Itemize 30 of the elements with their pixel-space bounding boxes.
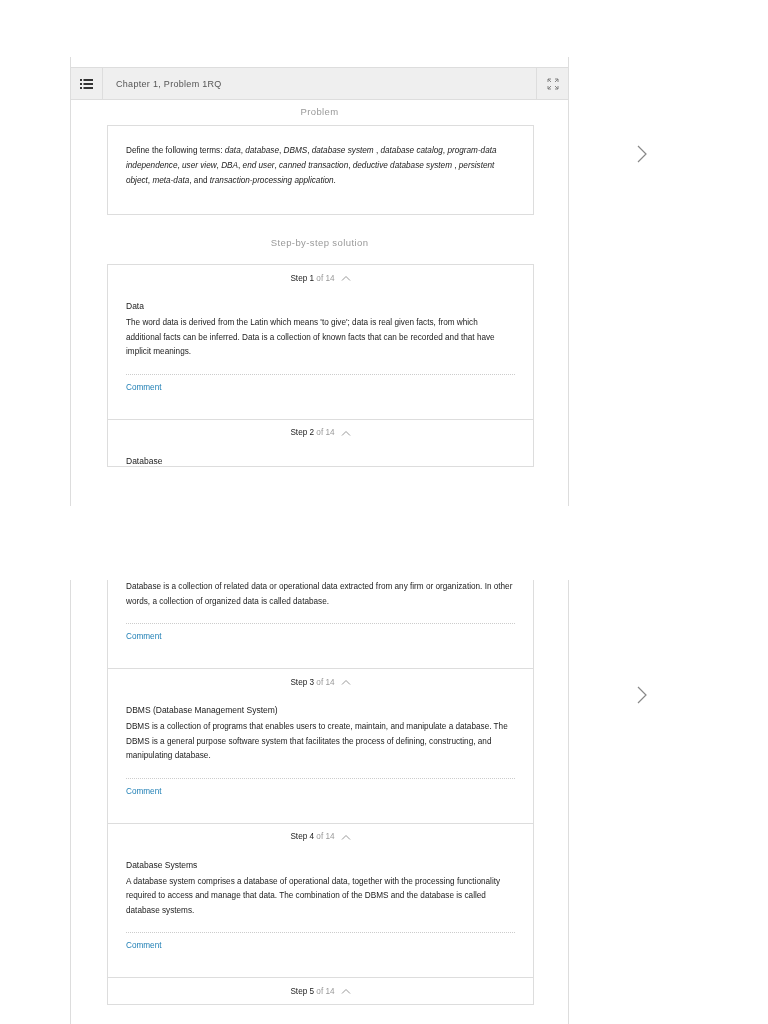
step-toggle[interactable]: Step 1 of 14 <box>126 265 515 291</box>
step-heading: Database Systems <box>126 859 199 870</box>
caret-icon <box>340 429 351 436</box>
caret-icon <box>340 679 351 685</box>
step-text: The word data is derived from the Latin which means 'to give'; data is real given facts, from which additional facts can be inferred. Data is a collection of known facts that can be recorded and that have implicit meanings. <box>126 317 496 358</box>
chapter-title: Chapter 1, Problem 1RQ <box>115 78 222 89</box>
step-heading: Data <box>126 301 145 311</box>
chevron-right-icon[interactable] <box>637 145 647 163</box>
section-label: Step-by-step solution <box>269 237 370 248</box>
step-heading: DBMS (Database Management System) <box>126 705 279 715</box>
step-toggle[interactable]: Step 3 of 14 <box>126 669 515 695</box>
section-label: Problem <box>299 106 340 117</box>
caret-icon <box>340 833 351 840</box>
list-icon[interactable] <box>80 78 93 89</box>
caret-icon <box>340 275 351 281</box>
step-text: Database is a collection of related data or operational data extracted from any firm or organization. In other words, a collection of organized data is called database. <box>126 581 514 608</box>
comment-link[interactable]: Comment <box>126 786 162 796</box>
step-toggle[interactable]: Step 5 of 14 <box>126 978 515 1004</box>
expand-icon[interactable] <box>546 77 559 90</box>
chevron-right-icon[interactable] <box>637 686 647 704</box>
caret-icon <box>340 988 351 994</box>
step-toggle[interactable]: Step 2 of 14 <box>126 419 515 446</box>
step-toggle[interactable]: Step 4 of 14 <box>126 823 515 850</box>
comment-link[interactable]: Comment <box>126 382 162 392</box>
step-text: DBMS is a collection of programs that enables users to create, maintain, and manipulate a database. The DBMS is a general purpose software system that facilitates the process of defining, constructing, and manipulating database. <box>126 721 509 762</box>
comment-link[interactable]: Comment <box>126 941 162 950</box>
problem-text: Define the following terms: data, database, DBMS, database system , database catalog, program-data independence, user view, DBA, end user, canned transaction, deductive database system , persistent object, meta-data, and transaction-processing application. <box>107 125 534 215</box>
comment-link[interactable]: Comment <box>126 632 162 641</box>
step-text: A database system comprises a database of operational data, together with the processing functionality required to access and manage that data. The combination of the DBMS and the database is called database systems. <box>126 875 502 917</box>
step-heading: Database <box>126 455 164 466</box>
